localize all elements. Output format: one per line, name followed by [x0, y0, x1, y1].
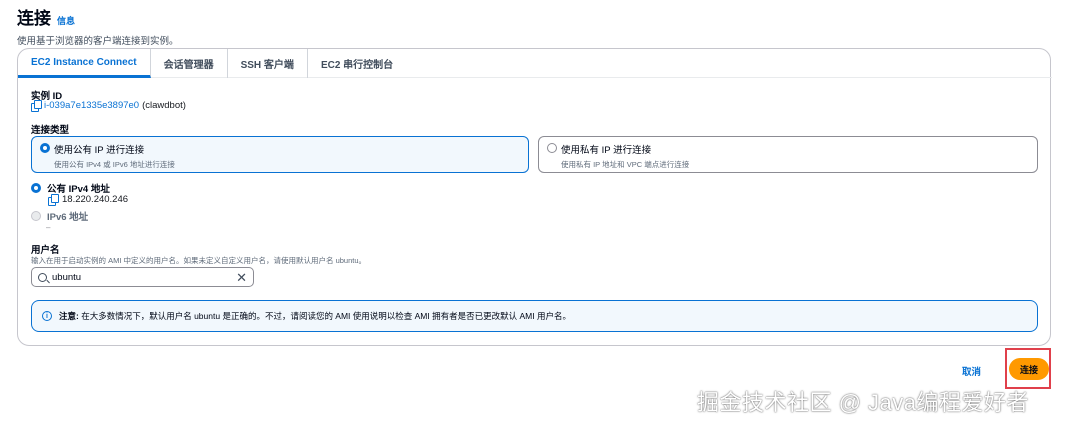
watermark: 掘金技术社区 @ Java编程爱好者	[697, 390, 1030, 415]
ipv4-value: 18.220.240.246	[62, 194, 129, 205]
instance-name: (clawdbot)	[142, 100, 186, 111]
username-label: 用户名	[31, 245, 60, 256]
close-icon[interactable]: ✕	[236, 271, 247, 284]
connect-button[interactable]: 连接	[1009, 358, 1049, 380]
ipv4-radio-row[interactable]: 公有 IPv4 地址	[31, 181, 110, 195]
ipv6-value: –	[46, 223, 51, 232]
instance-id-row: i-039a7e1335e3897e0 (clawdbot)	[31, 100, 186, 112]
page-title: 连接	[17, 9, 51, 28]
public-ip-option-card[interactable]: 使用公有 IP 进行连接 使用公有 IPv4 或 IPv6 地址进行连接	[31, 136, 529, 173]
public-ip-option-title: 使用公有 IP 进行连接	[54, 145, 145, 156]
ipv4-label: 公有 IPv4 地址	[47, 184, 110, 195]
search-icon	[38, 272, 47, 282]
note-text: 在大多数情况下，默认用户名 ubuntu 是正确的。不过，请阅读您的 AMI 使…	[81, 311, 571, 321]
info-link[interactable]: 信息	[57, 14, 75, 27]
tab-ssh-client[interactable]: SSH 客户端	[228, 49, 308, 78]
radio-selected-icon[interactable]	[31, 183, 41, 193]
ipv4-value-row: 18.220.240.246	[48, 194, 129, 206]
ipv6-radio-row: IPv6 地址	[31, 209, 88, 223]
private-ip-option-card[interactable]: 使用私有 IP 进行连接 使用私有 IP 地址和 VPC 端点进行连接	[538, 136, 1038, 173]
instance-id-link[interactable]: i-039a7e1335e3897e0	[44, 100, 139, 111]
tab-serial-console[interactable]: EC2 串行控制台	[308, 49, 406, 78]
username-input[interactable]	[52, 271, 232, 283]
public-ip-option-subtitle: 使用公有 IPv4 或 IPv6 地址进行连接	[54, 160, 175, 169]
connection-type-label: 连接类型	[31, 125, 70, 136]
radio-disabled-icon	[31, 211, 41, 221]
copy-icon[interactable]	[48, 194, 59, 206]
info-icon: i	[42, 311, 52, 321]
private-ip-option-subtitle: 使用私有 IP 地址和 VPC 端点进行连接	[561, 160, 690, 169]
tab-session-manager[interactable]: 会话管理器	[151, 49, 228, 78]
cancel-button[interactable]: 取消	[962, 364, 981, 378]
page-header: 连接 信息 使用基于浏览器的客户端连接到实例。	[17, 4, 179, 47]
username-field[interactable]: ✕	[31, 267, 254, 287]
tab-bar: EC2 Instance Connect 会话管理器 SSH 客户端 EC2 串…	[18, 49, 1052, 78]
note-title: 注意:	[59, 311, 79, 321]
ipv6-label: IPv6 地址	[47, 212, 89, 223]
page-description: 使用基于浏览器的客户端连接到实例。	[17, 36, 179, 47]
tab-ec2-instance-connect[interactable]: EC2 Instance Connect	[18, 49, 151, 78]
radio-unselected-icon[interactable]	[547, 143, 557, 153]
radio-selected-icon[interactable]	[40, 143, 50, 153]
private-ip-option-title: 使用私有 IP 进行连接	[561, 145, 652, 156]
connect-panel: EC2 Instance Connect 会话管理器 SSH 客户端 EC2 串…	[17, 48, 1052, 346]
note-alert: i 注意: 在大多数情况下，默认用户名 ubuntu 是正确的。不过，请阅读您的…	[31, 300, 1038, 332]
copy-icon[interactable]	[31, 100, 42, 112]
username-help: 输入在用于启动实例的 AMI 中定义的用户名。如果未定义自定义用户名，请使用默认…	[31, 256, 367, 265]
